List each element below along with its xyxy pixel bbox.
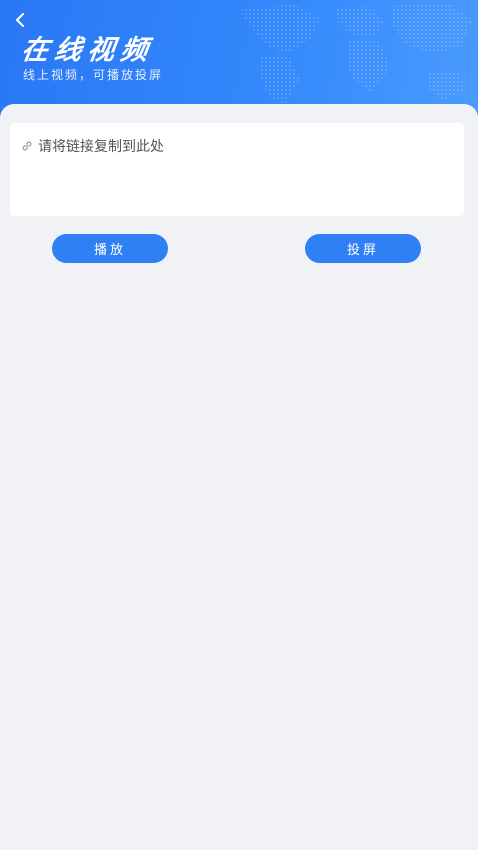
chevron-left-icon (16, 13, 24, 27)
world-map-decoration (240, 4, 472, 104)
link-input-card (10, 123, 464, 216)
page-subtitle: 线上视频，可播放投屏 (23, 68, 164, 82)
cast-button[interactable]: 投屏 (305, 234, 421, 263)
link-input[interactable] (38, 134, 454, 212)
page-title: 在线视频 (19, 35, 156, 66)
link-icon (22, 141, 32, 151)
play-button[interactable]: 播放 (52, 234, 168, 263)
